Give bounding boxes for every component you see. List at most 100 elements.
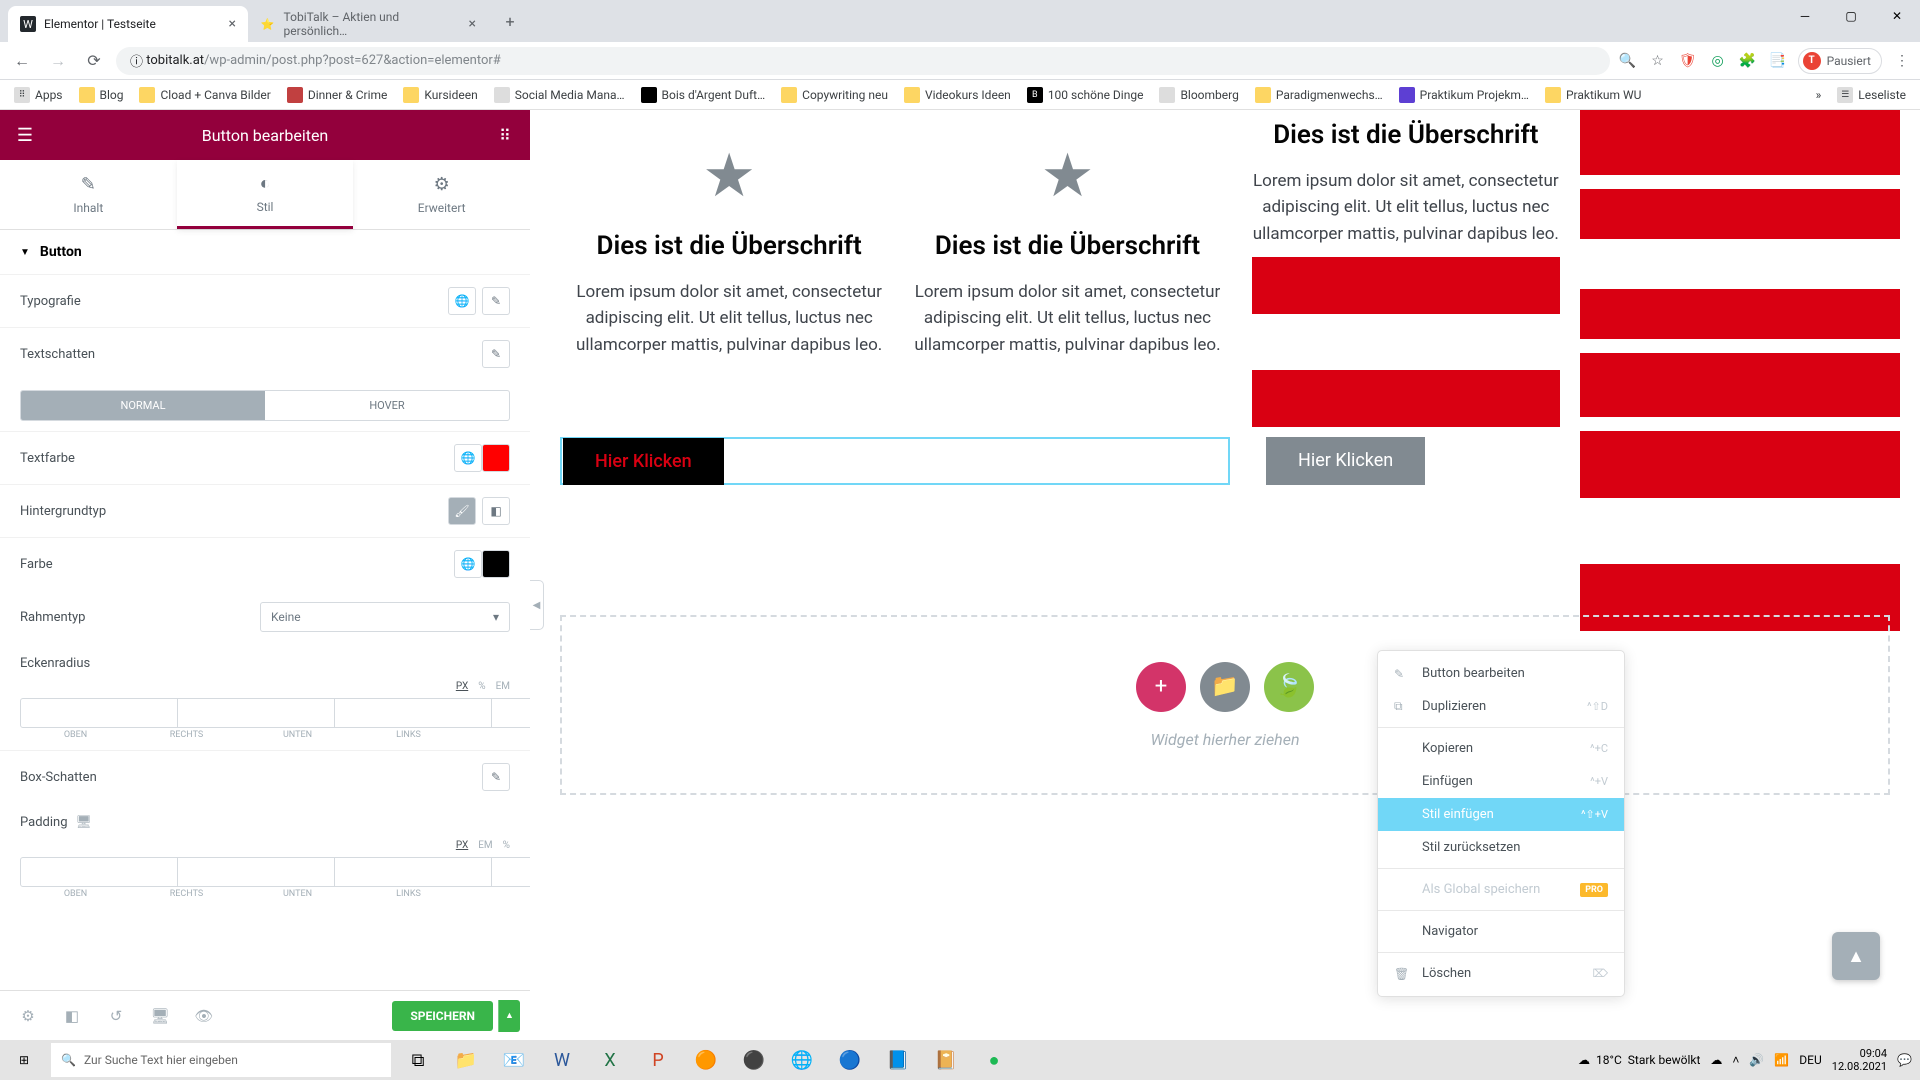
add-envato-icon[interactable]: 🍃 [1264, 662, 1314, 712]
start-button[interactable]: ⊞ [0, 1040, 48, 1080]
extensions-menu-icon[interactable]: 🧩 [1738, 51, 1758, 71]
back-button[interactable]: ← [8, 47, 36, 75]
bookmark-item[interactable]: Blog [73, 84, 130, 106]
forward-button[interactable]: → [44, 47, 72, 75]
image-flag[interactable] [1580, 353, 1900, 417]
close-icon[interactable]: × [469, 16, 476, 32]
url-input[interactable]: ⓘ tobitalk.at/wp-admin/post.php?post=627… [116, 47, 1610, 75]
classic-bg-icon[interactable]: 🖌 [448, 497, 476, 525]
bookmark-item[interactable]: Bloomberg [1153, 84, 1244, 106]
image-flag[interactable] [1580, 110, 1900, 175]
ctx-copy[interactable]: Kopieren^+C [1378, 732, 1624, 765]
bookmark-item[interactable]: Copywriting neu [775, 84, 894, 106]
responsive-mode-icon[interactable]: 🖥 [142, 998, 178, 1034]
bookmark-item[interactable]: Social Media Mana… [488, 84, 631, 106]
button-element[interactable]: Hier Klicken [1266, 437, 1425, 485]
text[interactable]: Lorem ipsum dolor sit amet, consectetur … [575, 279, 883, 358]
bordertype-select[interactable]: Keine▾ [260, 602, 510, 632]
padding-bottom[interactable] [335, 857, 492, 887]
maximize-button[interactable]: ▢ [1828, 0, 1874, 32]
chrome-icon[interactable]: 🌐 [778, 1040, 826, 1080]
task-view-icon[interactable]: ⧉ [394, 1040, 442, 1080]
column-2[interactable]: ★ Dies ist die Überschrift Lorem ipsum d… [898, 120, 1236, 427]
tab-advanced[interactable]: ⚙Erweitert [353, 160, 530, 229]
unit-em[interactable]: EM [478, 840, 492, 851]
unit-px[interactable]: PX [456, 681, 468, 692]
history-icon[interactable]: ↺ [98, 998, 134, 1034]
save-options-caret[interactable]: ▲ [498, 1000, 520, 1032]
tab-style[interactable]: ◐Stil [177, 160, 354, 229]
ctx-paste[interactable]: Einfügen^+V [1378, 765, 1624, 798]
navigator-icon[interactable]: ◧ [54, 998, 90, 1034]
image-flag[interactable] [1580, 189, 1900, 339]
button-element[interactable]: Hier Klicken [563, 438, 724, 485]
color-swatch-text[interactable] [482, 444, 510, 472]
text[interactable]: Lorem ipsum dolor sit amet, consectetur … [913, 279, 1221, 358]
heading[interactable]: Dies ist die Überschrift [1252, 120, 1560, 150]
globe-icon[interactable]: 🌐 [454, 444, 482, 472]
tray-lang[interactable]: DEU [1799, 1053, 1821, 1067]
gradient-bg-icon[interactable]: ◧ [482, 497, 510, 525]
edit-icon[interactable]: ✎ [482, 763, 510, 791]
minimize-button[interactable]: ─ [1782, 0, 1828, 32]
ctx-duplicate[interactable]: ⧉Duplizieren^⇧D [1378, 690, 1624, 723]
bookmark-item[interactable]: Dinner & Crime [281, 84, 394, 106]
tray-wifi-icon[interactable]: 📶 [1774, 1053, 1789, 1067]
text[interactable]: Lorem ipsum dolor sit amet, consectetur … [1252, 168, 1560, 247]
taskbar-weather[interactable]: ☁ 18°C Stark bewölkt [1578, 1053, 1700, 1067]
ctx-paste-style[interactable]: Stil einfügen^⇧+V [1378, 798, 1624, 831]
obs-icon[interactable]: ⚫ [730, 1040, 778, 1080]
radius-top[interactable] [20, 698, 178, 728]
unit-em[interactable]: EM [496, 681, 510, 692]
edit-icon[interactable]: ✎ [482, 340, 510, 368]
edge-icon[interactable]: 🔵 [826, 1040, 874, 1080]
ctx-navigator[interactable]: Navigator [1378, 915, 1624, 948]
bookmark-item[interactable]: Kursideen [397, 84, 483, 106]
bookmark-item[interactable]: Praktikum WU [1539, 84, 1647, 106]
button-widget-selected[interactable]: Hier Klicken [560, 437, 1230, 485]
globe-icon[interactable]: 🌐 [448, 287, 476, 315]
tray-onedrive-icon[interactable]: ☁ [1710, 1053, 1722, 1067]
save-button[interactable]: SPEICHERN [392, 1001, 493, 1031]
extension-icon[interactable]: ◎ [1708, 51, 1728, 71]
tab-content[interactable]: ✎Inhalt [0, 160, 177, 229]
padding-top[interactable] [20, 857, 178, 887]
image-flag[interactable] [1252, 257, 1560, 427]
spotify-icon[interactable]: ● [970, 1040, 1018, 1080]
taskbar-search[interactable]: 🔍 Zur Suche Text hier eingeben [51, 1043, 391, 1077]
heading[interactable]: Dies ist die Überschrift [913, 231, 1221, 261]
collapse-panel-handle[interactable]: ◀ [530, 580, 544, 630]
taskbar-clock[interactable]: 09:0412.08.2021 [1832, 1047, 1887, 1073]
ctx-reset-style[interactable]: Stil zurücksetzen [1378, 831, 1624, 864]
app-icon[interactable]: 📔 [922, 1040, 970, 1080]
add-section-icon[interactable]: + [1136, 662, 1186, 712]
padding-right[interactable] [178, 857, 335, 887]
bookmark-item[interactable]: Praktikum Projekm… [1393, 84, 1535, 106]
ctx-edit[interactable]: ✎Button bearbeiten [1378, 657, 1624, 690]
unit-pct[interactable]: % [503, 840, 510, 851]
bookmark-overflow-icon[interactable]: » [1810, 84, 1828, 106]
menu-icon[interactable]: ⋮ [1892, 51, 1912, 71]
unit-px[interactable]: PX [456, 840, 468, 851]
zoom-icon[interactable]: 🔍 [1618, 51, 1638, 71]
edit-icon[interactable]: ✎ [482, 287, 510, 315]
state-normal[interactable]: NORMAL [21, 391, 265, 420]
close-window-button[interactable]: ✕ [1874, 0, 1920, 32]
profile-chip[interactable]: T Pausiert [1798, 48, 1882, 74]
widgets-grid-icon[interactable]: ⠿ [480, 126, 530, 145]
new-tab-button[interactable]: + [496, 7, 524, 35]
add-template-icon[interactable]: 📁 [1200, 662, 1250, 712]
bookmark-apps[interactable]: ⠿Apps [8, 84, 69, 106]
mail-icon[interactable]: 📧 [490, 1040, 538, 1080]
section-button[interactable]: ▼Button [0, 230, 530, 274]
word-icon[interactable]: W [538, 1040, 586, 1080]
globe-icon[interactable]: 🌐 [454, 550, 482, 578]
radius-bottom[interactable] [335, 698, 492, 728]
bookmark-item[interactable]: Cload + Canva Bilder [133, 84, 276, 106]
reload-button[interactable]: ⟳ [80, 47, 108, 75]
reading-list-button[interactable]: ☰Leseliste [1831, 84, 1912, 106]
unit-pct[interactable]: % [478, 681, 485, 692]
reading-list-icon[interactable]: 📑 [1768, 51, 1788, 71]
close-icon[interactable]: × [229, 16, 236, 32]
bookmark-item[interactable]: B100 schöne Dinge [1021, 84, 1150, 106]
